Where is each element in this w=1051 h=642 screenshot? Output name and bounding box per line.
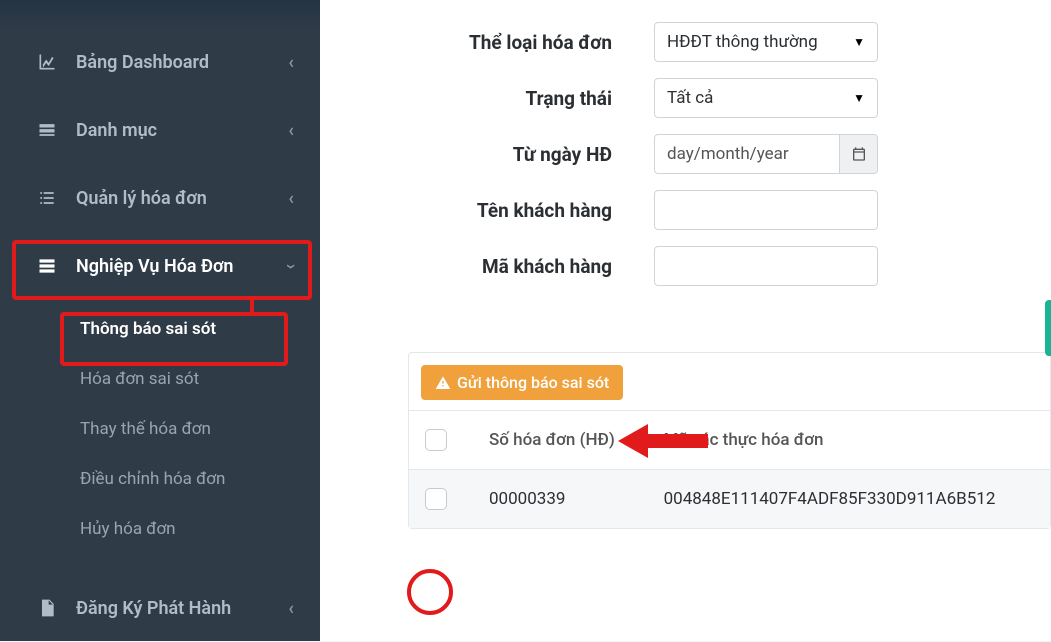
cell-invoice-no: 00000339 bbox=[473, 470, 648, 529]
table-row: 00000339 004848E111407F4ADF85F330D911A6B… bbox=[409, 470, 1050, 529]
sidebar-item-categories[interactable]: Danh mục ‹ bbox=[0, 96, 320, 164]
offscreen-search-button[interactable] bbox=[1045, 300, 1051, 356]
chevron-left-icon: ‹ bbox=[288, 120, 294, 141]
sidebar-item-register-issue[interactable]: Đăng Ký Phát Hành ‹ bbox=[0, 574, 320, 642]
label-invoice-category: Thể loại hóa đơn bbox=[342, 31, 642, 54]
sidebar-sub-adjust-invoice[interactable]: Điều chỉnh hóa đơn bbox=[0, 454, 320, 504]
label-from-date: Từ ngày HĐ bbox=[342, 143, 642, 166]
filter-form: Thể loại hóa đơn HĐĐT thông thường ▼ Trạ… bbox=[320, 10, 1051, 324]
sidebar-top-shadow bbox=[0, 0, 320, 28]
sidebar-sub-error-invoice[interactable]: Hóa đơn sai sót bbox=[0, 354, 320, 404]
col-invoice-no: Số hóa đơn (HĐ) bbox=[473, 411, 648, 470]
cell-auth-code: 004848E111407F4ADF85F330D911A6B512 bbox=[648, 470, 1050, 529]
chevron-left-icon: ‹ bbox=[288, 188, 294, 209]
annotation-connector bbox=[250, 297, 254, 315]
date-placeholder: day/month/year bbox=[667, 144, 789, 164]
list-lines-icon bbox=[36, 187, 58, 209]
select-value: Tất cả bbox=[667, 88, 713, 108]
col-auth-code: Mã xác thực hóa đơn bbox=[648, 411, 1050, 470]
stack-icon bbox=[36, 255, 58, 277]
select-invoice-category[interactable]: HĐĐT thông thường ▼ bbox=[654, 22, 878, 62]
sidebar-item-invoice-ops[interactable]: Nghiệp Vụ Hóa Đơn › bbox=[0, 232, 320, 300]
sidebar-item-label: Nghiệp Vụ Hóa Đơn bbox=[76, 256, 289, 277]
sidebar-subnav-invoice-ops: Thông báo sai sót Hóa đơn sai sót Thay t… bbox=[0, 300, 320, 564]
sidebar-item-label: Đăng Ký Phát Hành bbox=[76, 598, 288, 619]
chevron-down-icon: › bbox=[281, 263, 302, 268]
send-error-notice-button[interactable]: Gửi thông báo sai sót bbox=[421, 365, 623, 400]
label-customer-name: Tên khách hàng bbox=[342, 199, 642, 222]
label-status: Trạng thái bbox=[342, 87, 642, 110]
input-customer-code[interactable] bbox=[654, 246, 878, 286]
chevron-down-icon: ▼ bbox=[853, 35, 865, 49]
table-header-row: Số hóa đơn (HĐ) Mã xác thực hóa đơn bbox=[409, 411, 1050, 470]
sidebar-item-label: Bảng Dashboard bbox=[76, 52, 288, 73]
button-label: Gửi thông báo sai sót bbox=[457, 373, 609, 392]
sidebar: Bảng Dashboard ‹ Danh mục ‹ Quản lý hóa … bbox=[0, 0, 320, 641]
chevron-left-icon: ‹ bbox=[288, 598, 294, 619]
file-icon bbox=[36, 597, 58, 619]
sidebar-sub-replace-invoice[interactable]: Thay thế hóa đơn bbox=[0, 404, 320, 454]
select-status[interactable]: Tất cả ▼ bbox=[654, 78, 878, 118]
select-value: HĐĐT thông thường bbox=[667, 32, 818, 52]
chart-area-icon bbox=[36, 51, 58, 73]
select-all-checkbox[interactable] bbox=[425, 429, 447, 451]
sidebar-item-dashboard[interactable]: Bảng Dashboard ‹ bbox=[0, 28, 320, 96]
chevron-left-icon: ‹ bbox=[288, 52, 294, 73]
sidebar-item-invoice-mgmt[interactable]: Quản lý hóa đơn ‹ bbox=[0, 164, 320, 232]
sidebar-item-label: Danh mục bbox=[76, 120, 288, 141]
results-table: Số hóa đơn (HĐ) Mã xác thực hóa đơn 0000… bbox=[409, 410, 1050, 528]
main-panel: Thể loại hóa đơn HĐĐT thông thường ▼ Trạ… bbox=[320, 0, 1051, 641]
results-card: Gửi thông báo sai sót Số hóa đơn (HĐ) Mã… bbox=[408, 352, 1051, 529]
sidebar-sub-error-notice[interactable]: Thông báo sai sót bbox=[0, 304, 320, 354]
input-from-date[interactable]: day/month/year bbox=[654, 134, 878, 174]
warning-icon bbox=[435, 375, 451, 391]
label-customer-code: Mã khách hàng bbox=[342, 255, 642, 278]
sidebar-sub-cancel-invoice[interactable]: Hủy hóa đơn bbox=[0, 504, 320, 554]
list-card-icon bbox=[36, 119, 58, 141]
row-checkbox[interactable] bbox=[425, 488, 447, 510]
calendar-icon[interactable] bbox=[839, 135, 877, 173]
input-customer-name[interactable] bbox=[654, 190, 878, 230]
chevron-down-icon: ▼ bbox=[853, 91, 865, 105]
sidebar-item-label: Quản lý hóa đơn bbox=[76, 188, 288, 209]
